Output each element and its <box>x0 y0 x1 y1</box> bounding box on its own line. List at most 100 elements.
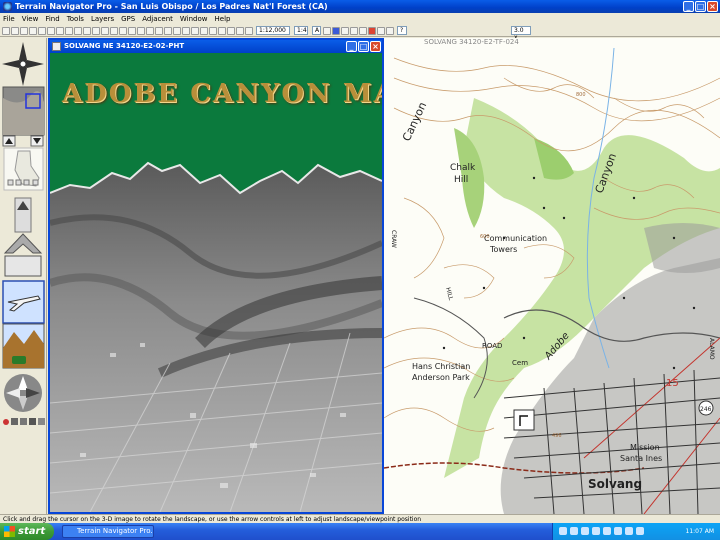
child-close-button[interactable]: × <box>370 41 381 52</box>
label-santa-ines: Santa Ines <box>620 454 662 463</box>
tray-icon-5[interactable] <box>603 527 611 535</box>
compass-rose-icon <box>2 42 44 86</box>
close-button[interactable]: × <box>707 1 718 12</box>
waypoint-icon[interactable] <box>110 26 118 35</box>
hand-icon[interactable] <box>56 26 64 35</box>
mini-button-2[interactable] <box>15 179 22 186</box>
menu-tools[interactable]: Tools <box>67 15 84 23</box>
layer-icon[interactable] <box>146 26 154 35</box>
open-icon[interactable] <box>2 26 10 35</box>
menu-layers[interactable]: Layers <box>91 15 114 23</box>
tray-icon-4[interactable] <box>592 527 600 535</box>
3d-icon[interactable] <box>245 26 253 35</box>
zoom-out-icon[interactable] <box>47 26 55 35</box>
start-button[interactable]: start <box>0 523 54 540</box>
windows-taskbar: start Terrain Navigator Pro... 11:07 AM <box>0 523 720 540</box>
child-maximize-button[interactable]: □ <box>358 41 369 52</box>
tray-icon-3[interactable] <box>581 527 589 535</box>
contour-icon[interactable] <box>323 26 331 35</box>
area-tool-icon[interactable] <box>92 26 100 35</box>
overview-map-icon[interactable] <box>2 86 45 136</box>
status-bar: Click and drag the cursor on the 3-D ima… <box>0 514 720 523</box>
shade-icon[interactable] <box>218 26 226 35</box>
clock: 11:07 AM <box>685 528 714 535</box>
draw-icon[interactable] <box>191 26 199 35</box>
3d-window-title-bar: SOLVANG NE 34120-E2-02-PHT _ □ × <box>50 40 382 53</box>
taskbar-item-terrain-navigator[interactable]: Terrain Navigator Pro... <box>62 525 154 538</box>
symbol-icon[interactable] <box>128 26 136 35</box>
measure-icon[interactable] <box>173 26 181 35</box>
menu-gps[interactable]: GPS <box>121 15 135 23</box>
menu-view[interactable]: View <box>22 15 39 23</box>
copy-icon[interactable] <box>29 26 37 35</box>
line-tool-icon[interactable] <box>83 26 91 35</box>
tray-icon-7[interactable] <box>625 527 633 535</box>
profile-icon[interactable] <box>101 26 109 35</box>
label-mission: Mission <box>630 443 660 452</box>
find-icon[interactable] <box>164 26 172 35</box>
3d-view-window[interactable]: SOLVANG NE 34120-E2-02-PHT _ □ × ADOBE C… <box>48 38 384 514</box>
grid-icon[interactable] <box>137 26 145 35</box>
zoom-in-icon[interactable] <box>38 26 46 35</box>
left-control-panel <box>0 38 47 514</box>
label-canyon-top: Canyon <box>400 100 429 143</box>
gps-unit-icon[interactable] <box>377 26 385 35</box>
pointer-icon[interactable] <box>65 26 73 35</box>
label-section-15: 15 <box>666 378 679 389</box>
child-minimize-button[interactable]: _ <box>346 41 357 52</box>
topo-icon[interactable] <box>236 26 244 35</box>
school-symbol <box>513 409 535 431</box>
save-icon[interactable] <box>11 26 19 35</box>
legend-icon[interactable] <box>359 26 367 35</box>
maximize-button[interactable]: □ <box>695 1 706 12</box>
distance-field[interactable]: 3.0 x <box>511 26 531 41</box>
tray-icon-2[interactable] <box>570 527 578 535</box>
compass-icon[interactable] <box>182 26 190 35</box>
navigation-sphere-icon[interactable] <box>4 374 42 412</box>
gps-icon[interactable] <box>155 26 163 35</box>
flag-icon[interactable] <box>368 26 376 35</box>
mini-button-1[interactable] <box>7 179 14 186</box>
landscape-view-icon[interactable] <box>2 323 45 369</box>
select-icon[interactable] <box>209 26 217 35</box>
menu-window[interactable]: Window <box>180 15 208 23</box>
blue-square-icon[interactable] <box>332 26 340 35</box>
help-button[interactable]: ? <box>397 26 407 35</box>
text-tool-icon[interactable] <box>74 26 82 35</box>
toolbar: 1:12,000 1:4 A ? 3.0 x <box>0 25 720 41</box>
3d-landscape-view[interactable]: ADOBE CANYON MAP <box>50 53 382 512</box>
tray-icon-6[interactable] <box>614 527 622 535</box>
region-icon[interactable] <box>350 26 358 35</box>
photo-icon[interactable] <box>227 26 235 35</box>
left-controls-svg <box>2 42 45 425</box>
topo-map-view[interactable]: SOLVANG 34120-E2-TF-024 Canyon Canyon Ch… <box>384 38 720 514</box>
route-icon[interactable] <box>119 26 127 35</box>
airplane-view-icon[interactable] <box>2 280 45 324</box>
tray-icon-1[interactable] <box>559 527 567 535</box>
mini-button-4[interactable] <box>32 179 39 186</box>
mini-button-3[interactable] <box>23 179 30 186</box>
tilt-arrow-icon[interactable] <box>3 197 43 277</box>
scale-field[interactable]: 1:12,000 <box>256 26 290 35</box>
windows-logo-icon <box>4 526 15 537</box>
label-elev-496: 496 <box>552 433 562 439</box>
erase-icon[interactable] <box>200 26 208 35</box>
road-icon[interactable] <box>341 26 349 35</box>
tray-icon-8[interactable] <box>636 527 644 535</box>
menu-file[interactable]: File <box>3 15 15 23</box>
bottom-controls[interactable] <box>3 418 45 425</box>
zoom-ratio-field[interactable]: 1:4 <box>294 26 308 35</box>
3d-terrain-image <box>50 161 382 512</box>
menu-bar: File View Find Tools Layers GPS Adjacent… <box>0 13 720 25</box>
menu-help[interactable]: Help <box>215 15 231 23</box>
menu-find[interactable]: Find <box>45 15 59 23</box>
map-title-strip: SOLVANG 34120-E2-TF-024 <box>424 38 519 46</box>
map-window-title: SOLVANG 34120-E2-TF-024 <box>424 38 519 46</box>
minimize-button[interactable]: _ <box>683 1 694 12</box>
menu-adjacent[interactable]: Adjacent <box>142 15 173 23</box>
topo-map-svg: SOLVANG 34120-E2-TF-024 Canyon Canyon Ch… <box>384 38 720 514</box>
label-a-button[interactable]: A <box>312 26 321 35</box>
label-hill-road: HILL <box>444 287 454 302</box>
nav-icon[interactable] <box>386 26 394 35</box>
print-icon[interactable] <box>20 26 28 35</box>
